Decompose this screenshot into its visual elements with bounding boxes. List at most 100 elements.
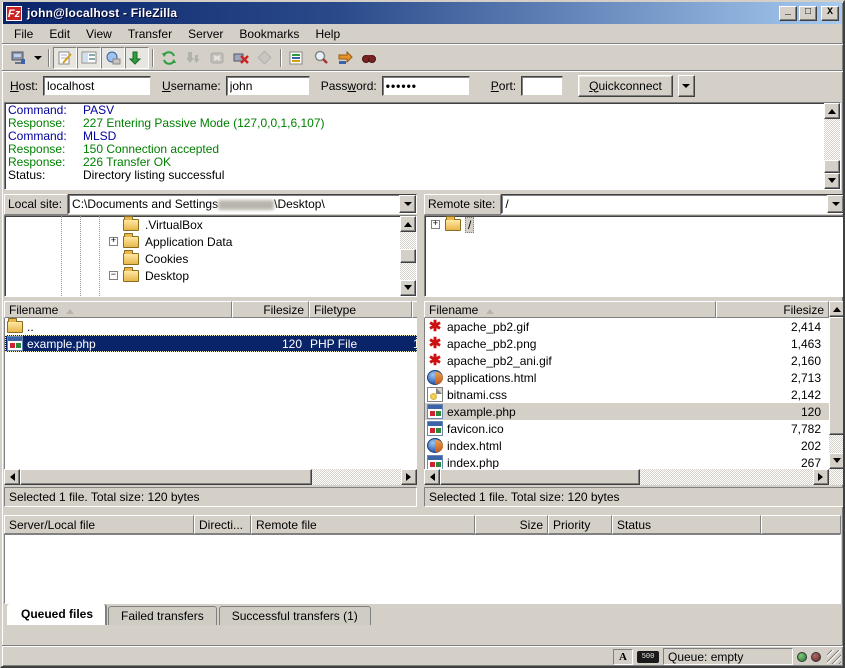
collapse-minus-icon[interactable]: − <box>109 271 118 280</box>
scrollbar-thumb[interactable] <box>440 469 640 485</box>
expand-plus-icon[interactable]: + <box>109 237 118 246</box>
expand-plus-icon[interactable]: + <box>431 220 440 229</box>
menu-help[interactable]: Help <box>307 25 348 43</box>
compare-directories-button[interactable] <box>309 47 333 69</box>
remote-path-combobox[interactable]: / <box>501 194 845 214</box>
disconnect-button[interactable] <box>229 47 253 69</box>
port-input[interactable] <box>521 76 563 96</box>
tree-item-cookies[interactable]: Cookies <box>5 250 400 267</box>
scroll-left-button[interactable] <box>4 469 20 485</box>
quickconnect-button[interactable]: Quickconnect <box>578 75 673 97</box>
scrollbar-thumb[interactable] <box>400 249 416 263</box>
refresh-button[interactable] <box>157 47 181 69</box>
tree-item-application-data[interactable]: + Application Data <box>5 233 400 250</box>
menu-edit[interactable]: Edit <box>41 25 78 43</box>
file-row-selected[interactable]: example.php 120 PHP File 1 <box>5 335 417 352</box>
local-tree: .VirtualBox + Application Data Cookies − <box>4 215 417 297</box>
scroll-left-button[interactable] <box>424 469 440 485</box>
column-status[interactable]: Status <box>612 515 761 534</box>
column-filename[interactable]: Filename <box>4 301 232 318</box>
menu-file[interactable]: File <box>6 25 41 43</box>
synchronized-browsing-button[interactable] <box>333 47 357 69</box>
remote-vertical-scrollbar[interactable] <box>829 301 845 485</box>
scroll-up-button[interactable] <box>400 216 416 232</box>
toggle-queue-button[interactable] <box>125 47 149 69</box>
host-input[interactable] <box>43 76 151 96</box>
scroll-up-button[interactable] <box>829 301 845 317</box>
filter-button[interactable] <box>285 47 309 69</box>
filezilla-logo-icon[interactable]: Fz <box>6 6 22 21</box>
maximize-button[interactable]: □ <box>799 6 817 21</box>
quickconnect-dropdown[interactable] <box>678 75 695 97</box>
file-row[interactable]: ✱apache_pb2.gif2,414 <box>425 318 829 335</box>
file-row-parent-dir[interactable]: .. <box>5 318 417 335</box>
toggle-remote-tree-button[interactable] <box>101 47 125 69</box>
file-row[interactable]: ✱apache_pb2.png1,463 <box>425 335 829 352</box>
scrollbar-thumb[interactable] <box>829 317 845 435</box>
column-filesize[interactable]: Filesize <box>716 301 829 318</box>
find-files-button[interactable] <box>357 47 381 69</box>
file-row[interactable]: index.html202 <box>425 437 829 454</box>
toggle-message-log-button[interactable] <box>53 47 77 69</box>
local-tree-scrollbar[interactable] <box>400 216 416 296</box>
scroll-down-button[interactable] <box>824 173 840 189</box>
column-size[interactable]: Size <box>475 515 548 534</box>
scroll-down-button[interactable] <box>829 453 845 469</box>
log-scrollbar[interactable] <box>824 103 840 189</box>
local-path-dropdown[interactable] <box>399 195 416 213</box>
file-row[interactable]: applications.html2,713 <box>425 369 829 386</box>
column-filesize[interactable]: Filesize <box>232 301 309 318</box>
minimize-button[interactable]: _ <box>779 6 797 21</box>
tab-queued-files[interactable]: Queued files <box>8 604 106 625</box>
password-input[interactable] <box>382 76 470 96</box>
menu-bookmarks[interactable]: Bookmarks <box>231 25 307 43</box>
tab-successful-transfers[interactable]: Successful transfers (1) <box>219 606 371 625</box>
reconnect-button[interactable] <box>253 47 277 69</box>
speed-limit-icon[interactable]: 500 <box>637 651 659 663</box>
queue-body[interactable] <box>4 534 841 604</box>
tree-item-virtualbox[interactable]: .VirtualBox <box>5 216 400 233</box>
scroll-down-button[interactable] <box>400 280 416 296</box>
status-bar: A 500 Queue: empty <box>2 646 843 666</box>
column-filetype[interactable]: Filetype <box>309 301 412 318</box>
pane-splitter[interactable] <box>417 194 424 297</box>
local-path-combobox[interactable]: C:\Documents and Settings\Desktop\ <box>68 194 417 214</box>
toggle-local-tree-button[interactable] <box>77 47 101 69</box>
column-direction[interactable]: Directi... <box>194 515 251 534</box>
username-input[interactable] <box>226 76 310 96</box>
local-horizontal-scrollbar[interactable] <box>4 469 417 485</box>
site-manager-button[interactable] <box>6 47 30 69</box>
column-remote-file[interactable]: Remote file <box>251 515 475 534</box>
scrollbar-thumb[interactable] <box>824 160 840 173</box>
file-row[interactable]: bitnami.css2,142 <box>425 386 829 403</box>
process-queue-button[interactable] <box>181 47 205 69</box>
scroll-right-button[interactable] <box>401 469 417 485</box>
cancel-button[interactable] <box>205 47 229 69</box>
close-button[interactable]: X <box>821 6 839 21</box>
file-row[interactable]: favicon.ico7,782 <box>425 420 829 437</box>
local-selection-status: Selected 1 file. Total size: 120 bytes <box>4 487 417 507</box>
tab-failed-transfers[interactable]: Failed transfers <box>108 606 217 625</box>
scroll-up-button[interactable] <box>824 103 840 119</box>
tree-item-desktop[interactable]: − Desktop <box>5 267 400 284</box>
tree-item-root[interactable]: + / <box>425 216 844 233</box>
resize-grip[interactable] <box>827 650 841 664</box>
arrow-right-icon <box>818 473 827 481</box>
data-type-indicator[interactable]: A <box>613 649 633 665</box>
file-row-selected[interactable]: example.php120 <box>425 403 829 420</box>
menu-transfer[interactable]: Transfer <box>120 25 180 43</box>
site-manager-dropdown[interactable] <box>30 47 45 69</box>
local-file-list: Filename Filesize Filetype L .. example.… <box>4 301 417 485</box>
column-priority[interactable]: Priority <box>548 515 612 534</box>
file-row[interactable]: index.php267 <box>425 454 829 469</box>
pane-splitter[interactable] <box>417 301 424 485</box>
scroll-right-button[interactable] <box>813 469 829 485</box>
menu-view[interactable]: View <box>78 25 120 43</box>
remote-path-dropdown[interactable] <box>827 195 844 213</box>
file-row[interactable]: ✱apache_pb2_ani.gif2,160 <box>425 352 829 369</box>
column-server-local-file[interactable]: Server/Local file <box>4 515 194 534</box>
scrollbar-thumb[interactable] <box>20 469 312 485</box>
column-filename[interactable]: Filename <box>424 301 716 318</box>
remote-horizontal-scrollbar[interactable] <box>424 469 829 485</box>
menu-server[interactable]: Server <box>180 25 231 43</box>
